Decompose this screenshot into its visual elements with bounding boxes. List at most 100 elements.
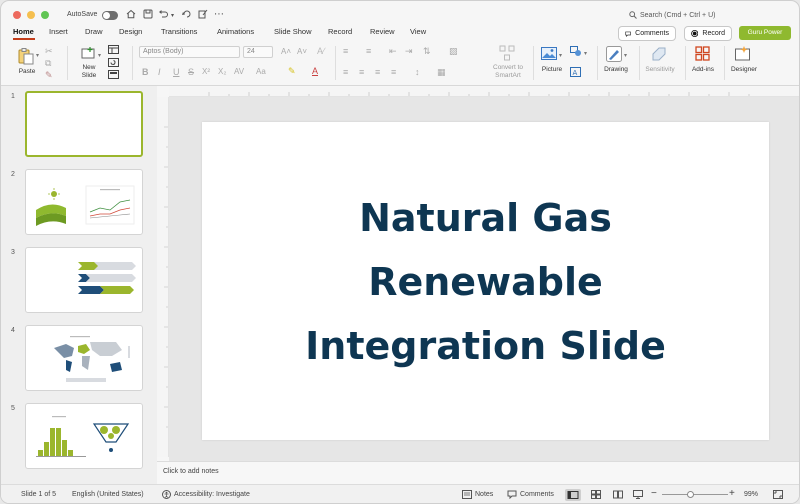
save-icon[interactable]: [143, 9, 153, 22]
search-box[interactable]: Search (Cmd + Ctrl + U): [629, 11, 715, 19]
fit-to-window-icon[interactable]: [773, 490, 783, 501]
align-right-icon[interactable]: ≡: [375, 67, 380, 77]
change-case-icon[interactable]: Aa: [256, 67, 266, 77]
tab-animations[interactable]: Animations: [217, 27, 254, 36]
format-painter-icon[interactable]: ✎: [45, 70, 53, 80]
drawing-dropdown-icon[interactable]: ▾: [624, 51, 627, 61]
text-box-icon[interactable]: A: [570, 67, 581, 79]
highlight-icon[interactable]: ✎: [288, 66, 296, 76]
smartart-icon[interactable]: [499, 45, 515, 63]
slide-title[interactable]: Natural Gas Renewable Integration Slide: [202, 186, 769, 378]
notes-toggle[interactable]: Notes: [475, 491, 493, 498]
redo-icon[interactable]: [182, 9, 192, 22]
copy-icon[interactable]: ⧉: [45, 58, 51, 68]
normal-view-icon[interactable]: [565, 489, 581, 503]
accessibility-icon[interactable]: [162, 490, 171, 501]
align-left-icon[interactable]: ≡: [343, 67, 348, 77]
font-name-box[interactable]: Aptos (Body): [139, 46, 240, 58]
line-spacing-icon[interactable]: ↕: [415, 67, 420, 77]
strikethrough-icon[interactable]: S: [188, 67, 194, 77]
columns-icon[interactable]: ▦: [437, 67, 446, 77]
edit-icon[interactable]: [198, 9, 208, 22]
tab-design[interactable]: Design: [119, 27, 142, 36]
close-window-button[interactable]: [13, 11, 21, 19]
home-icon[interactable]: [126, 9, 136, 22]
drawing-icon[interactable]: [606, 46, 622, 64]
slide-thumbnail[interactable]: [25, 91, 143, 157]
text-direction-icon[interactable]: ⇅: [423, 46, 431, 56]
tab-insert[interactable]: Insert: [49, 27, 68, 36]
layout-icon[interactable]: [108, 45, 119, 56]
slide-1[interactable]: Natural Gas Renewable Integration Slide: [202, 122, 769, 440]
clear-formatting-icon[interactable]: A∕: [317, 46, 325, 56]
tab-transitions[interactable]: Transitions: [161, 27, 197, 36]
italic-icon[interactable]: I: [158, 67, 161, 77]
slide-show-icon[interactable]: [633, 490, 643, 501]
reset-icon[interactable]: [108, 58, 119, 69]
zoom-slider-thumb[interactable]: [687, 491, 694, 498]
underline-icon[interactable]: U: [173, 67, 180, 77]
slide-thumbnail[interactable]: [25, 169, 143, 235]
tab-view[interactable]: View: [410, 27, 426, 36]
slide-2-preview: [36, 185, 135, 226]
slide-thumbnail[interactable]: [25, 247, 143, 313]
new-slide-icon[interactable]: [81, 47, 96, 62]
add-ins-icon[interactable]: [695, 46, 710, 63]
character-spacing-icon[interactable]: AV: [234, 67, 244, 77]
minimize-window-button[interactable]: [27, 11, 35, 19]
new-slide-dropdown-icon[interactable]: ▾: [98, 51, 101, 61]
record-button[interactable]: Record: [684, 26, 732, 41]
comments-toggle[interactable]: Comments: [520, 491, 554, 498]
font-color-icon[interactable]: A: [312, 66, 318, 76]
shapes-icon[interactable]: [570, 46, 582, 59]
zoom-out-button[interactable]: −: [651, 488, 657, 499]
picture-dropdown-icon[interactable]: ▾: [559, 51, 562, 61]
slide-sorter-icon[interactable]: [591, 490, 601, 501]
notes-icon[interactable]: [462, 490, 472, 501]
section-icon[interactable]: [108, 70, 119, 81]
accessibility-status[interactable]: Accessibility: Investigate: [174, 491, 250, 498]
more-icon[interactable]: ⋯: [214, 9, 224, 20]
reading-view-icon[interactable]: [613, 490, 623, 501]
decrease-font-icon[interactable]: A˅: [297, 47, 307, 57]
increase-indent-icon[interactable]: ⇥: [405, 46, 413, 56]
language[interactable]: English (United States): [72, 491, 144, 498]
paste-dropdown-icon[interactable]: ▾: [36, 51, 39, 61]
tab-record[interactable]: Record: [328, 27, 352, 36]
bold-icon[interactable]: B: [142, 67, 149, 77]
comments-icon[interactable]: [507, 490, 517, 501]
notes-pane[interactable]: Click to add notes: [157, 461, 799, 484]
zoom-in-button[interactable]: +: [729, 488, 735, 499]
align-center-icon[interactable]: ≡: [359, 67, 364, 77]
align-text-icon[interactable]: ▨: [449, 46, 458, 56]
undo-dropdown-icon[interactable]: ▾: [171, 11, 174, 22]
tab-home[interactable]: Home: [13, 27, 34, 36]
designer-icon[interactable]: [735, 46, 751, 63]
decrease-indent-icon[interactable]: ⇤: [389, 46, 397, 56]
subscript-icon[interactable]: X₂: [218, 67, 226, 77]
tab-review[interactable]: Review: [370, 27, 395, 36]
slide-thumbnail[interactable]: [25, 325, 143, 391]
tab-slide-show[interactable]: Slide Show: [274, 27, 312, 36]
guru-power-button[interactable]: Guru Power: [739, 26, 791, 40]
superscript-icon[interactable]: X²: [202, 67, 210, 77]
autosave-toggle[interactable]: [102, 11, 118, 20]
sensitivity-icon[interactable]: [651, 46, 667, 64]
increase-font-icon[interactable]: A˄: [281, 47, 291, 57]
picture-icon[interactable]: [541, 47, 557, 62]
ribbon-separator: [335, 46, 336, 80]
bullets-icon[interactable]: ≡: [343, 46, 348, 56]
font-size-box[interactable]: 24: [243, 46, 273, 58]
cut-icon[interactable]: ✂: [45, 46, 53, 56]
undo-icon[interactable]: [158, 9, 169, 22]
comments-button[interactable]: Comments: [618, 26, 676, 41]
slide-thumbnail[interactable]: [25, 403, 143, 469]
numbering-icon[interactable]: ≡: [366, 46, 371, 56]
paste-icon[interactable]: [17, 47, 35, 67]
tab-draw[interactable]: Draw: [85, 27, 103, 36]
shapes-dropdown-icon[interactable]: ▾: [584, 49, 587, 59]
zoom-slider-track[interactable]: [662, 494, 728, 495]
zoom-window-button[interactable]: [41, 11, 49, 19]
justify-icon[interactable]: ≡: [391, 67, 396, 77]
zoom-level[interactable]: 99%: [744, 491, 758, 498]
